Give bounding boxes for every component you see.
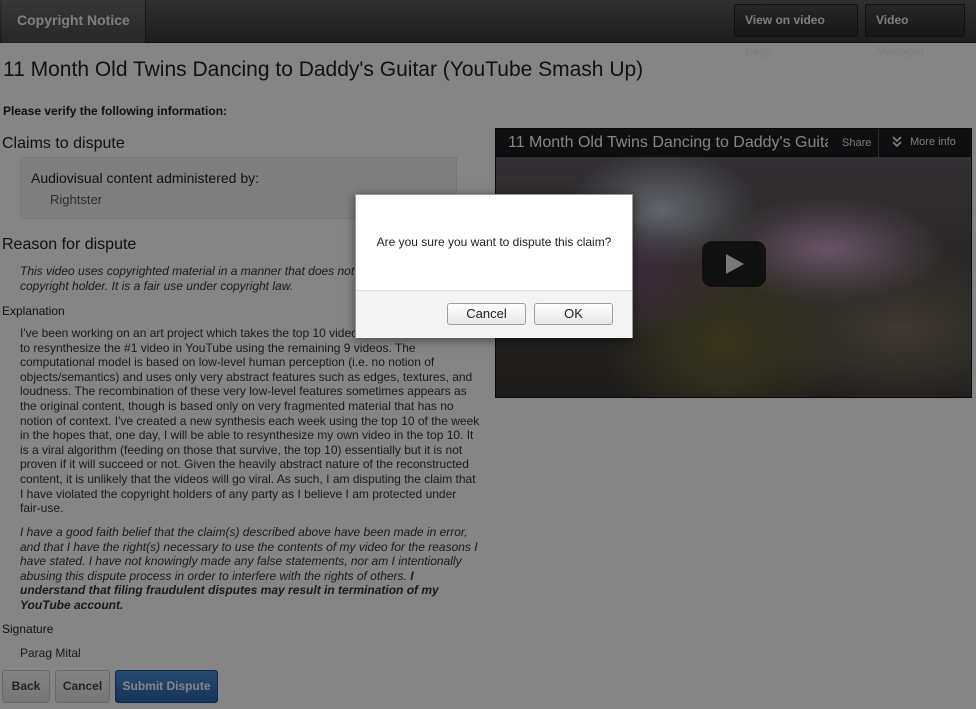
dialog-ok-button[interactable]: OK <box>534 303 613 325</box>
modal-overlay <box>0 0 976 709</box>
dialog-footer: Cancel OK <box>356 290 632 338</box>
dialog-cancel-button[interactable]: Cancel <box>447 303 526 325</box>
dialog-message: Are you sure you want to dispute this cl… <box>376 235 612 249</box>
confirm-dialog: Are you sure you want to dispute this cl… <box>355 194 633 338</box>
